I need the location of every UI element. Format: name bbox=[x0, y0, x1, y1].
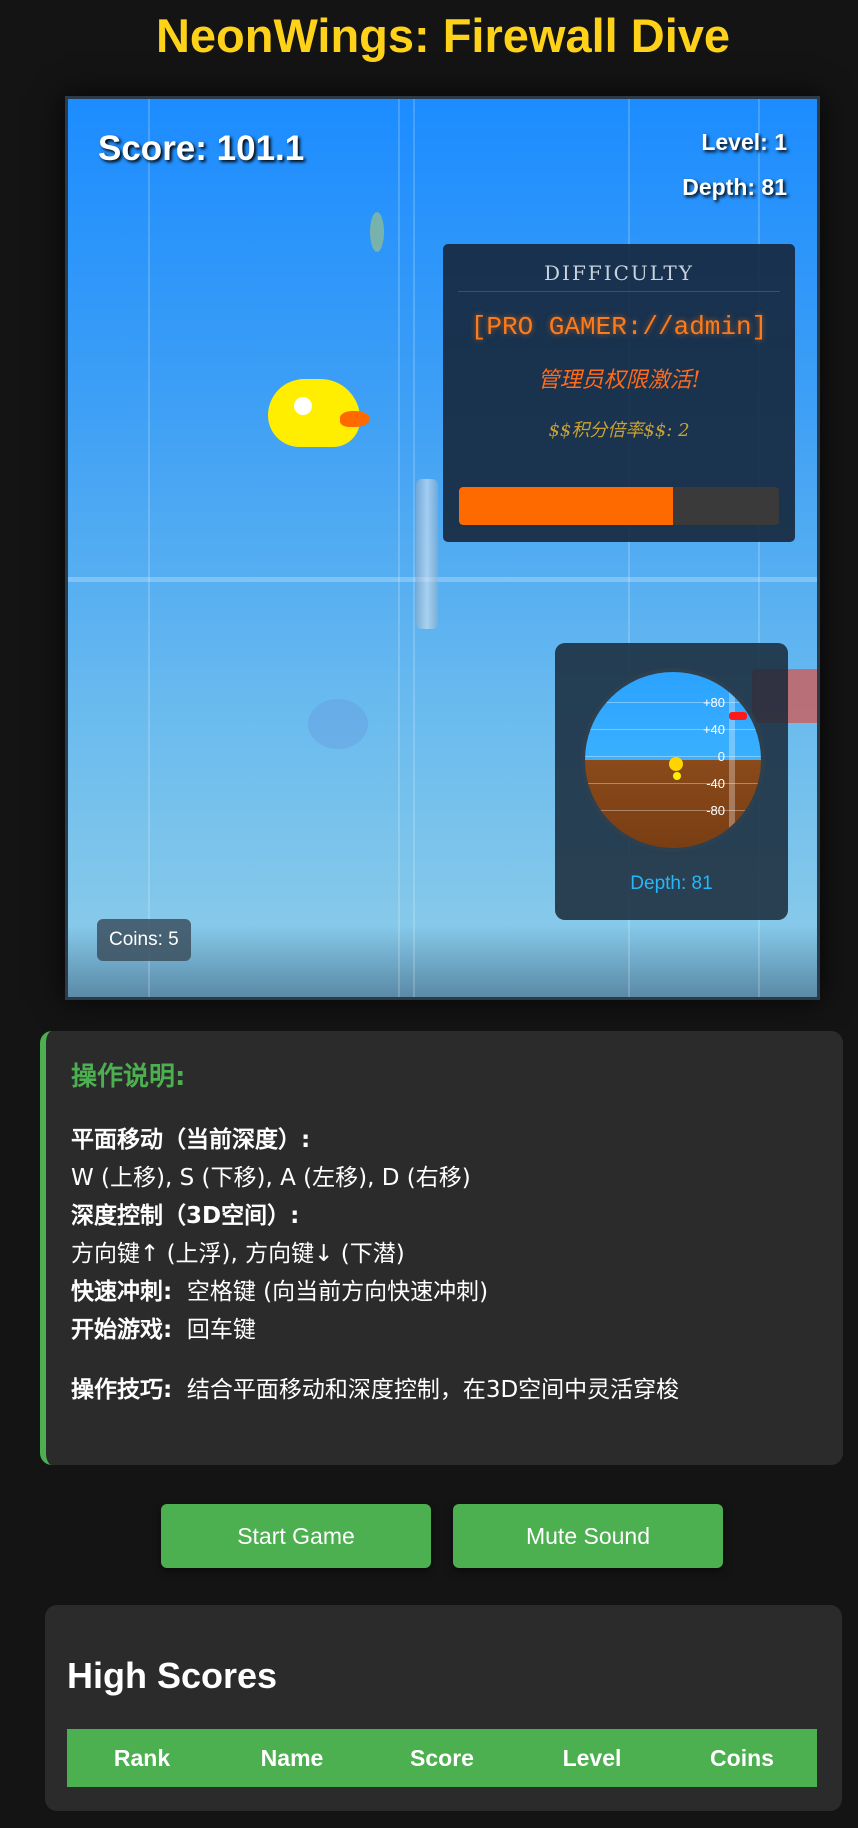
column-header-name[interactable]: Name bbox=[217, 1729, 367, 1787]
gauge-label: +40 bbox=[702, 722, 725, 737]
column-header-level[interactable]: Level bbox=[517, 1729, 667, 1787]
start-label: 开始游戏: bbox=[71, 1317, 173, 1343]
column-header-coins[interactable]: Coins bbox=[667, 1729, 817, 1787]
gauge-player-marker-small bbox=[673, 772, 681, 780]
firewall-grid-line bbox=[148, 99, 150, 997]
gauge-label: +80 bbox=[702, 695, 725, 710]
gauge-depth-indicator bbox=[729, 712, 747, 720]
tip-text: 结合平面移动和深度控制，在3D空间中灵活穿梭 bbox=[186, 1377, 680, 1403]
dash-label: 快速冲刺: bbox=[71, 1279, 173, 1305]
obstacle-pillar bbox=[416, 479, 438, 629]
difficulty-progress-bar bbox=[459, 487, 779, 525]
difficulty-message: 管理员权限激活! bbox=[537, 368, 701, 393]
difficulty-progress-fill bbox=[459, 487, 674, 525]
depth-gauge-dial: +80 +40 0 -40 -80 bbox=[581, 668, 765, 852]
depth-keys: 方向键↑ (上浮), 方向键↓ (下潜) bbox=[71, 1241, 405, 1267]
difficulty-panel: DIFFICULTY [PRO GAMER://admin] 管理员权限激活! … bbox=[443, 244, 795, 542]
game-title: NeonWings: Firewall Dive bbox=[155, 9, 731, 62]
difficulty-mode: [PRO GAMER://admin] bbox=[470, 312, 768, 342]
planar-keys: W (上移), S (下移), A (左移), D (右移) bbox=[71, 1165, 471, 1191]
firewall-grid-line bbox=[68, 577, 817, 582]
tip-label: 操作技巧: bbox=[71, 1377, 173, 1403]
player-bird bbox=[268, 379, 370, 447]
coins-display: Coins: 5 bbox=[97, 919, 191, 961]
depth-display: Depth: 81 bbox=[682, 174, 787, 200]
score-display: Score: 101.1 bbox=[98, 129, 305, 168]
planar-label: 平面移动（当前深度）: bbox=[71, 1127, 311, 1153]
background-object bbox=[370, 212, 384, 252]
dash-keys: 空格键 (向当前方向快速冲刺) bbox=[186, 1279, 489, 1305]
high-scores-panel: High Scores Rank Name Score Level Coins bbox=[45, 1605, 842, 1811]
background-object bbox=[308, 699, 368, 749]
start-game-button[interactable]: Start Game bbox=[161, 1504, 431, 1568]
difficulty-rate: $$积分倍率$$: 2 bbox=[548, 420, 690, 441]
bird-eye bbox=[294, 397, 312, 415]
firewall-grid-line bbox=[398, 99, 400, 997]
high-scores-table-header: Rank Name Score Level Coins bbox=[67, 1729, 817, 1787]
start-keys: 回车键 bbox=[186, 1317, 256, 1343]
column-header-rank[interactable]: Rank bbox=[67, 1729, 217, 1787]
instructions-panel: 操作说明: 平面移动（当前深度）: W (上移), S (下移), A (左移)… bbox=[40, 1031, 843, 1465]
mute-sound-button[interactable]: Mute Sound bbox=[453, 1504, 723, 1568]
high-scores-title: High Scores bbox=[67, 1655, 278, 1696]
depth-label: 深度控制（3D空间）: bbox=[71, 1203, 300, 1229]
gauge-player-marker bbox=[669, 757, 683, 771]
game-canvas[interactable]: Score: 101.1 Level: 1 Depth: 81 DIFFICUL… bbox=[65, 96, 820, 1000]
column-header-score[interactable]: Score bbox=[367, 1729, 517, 1787]
bird-beak bbox=[340, 411, 370, 427]
depth-gauge: +80 +40 0 -40 -80 Depth: 81 bbox=[555, 643, 788, 920]
gauge-label: 0 bbox=[717, 749, 725, 764]
gauge-depth-readout: Depth: 81 bbox=[630, 873, 713, 894]
gauge-label: -40 bbox=[706, 776, 725, 791]
gauge-label: -80 bbox=[706, 803, 725, 818]
instructions-title: 操作说明: bbox=[71, 1062, 186, 1092]
firewall-grid-line bbox=[413, 99, 415, 997]
difficulty-heading: DIFFICULTY bbox=[458, 244, 780, 292]
level-display: Level: 1 bbox=[701, 129, 787, 155]
